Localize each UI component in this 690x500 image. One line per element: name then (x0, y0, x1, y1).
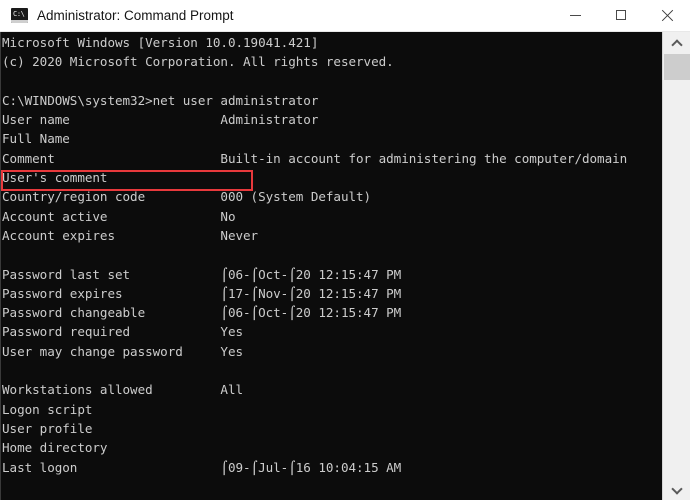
console-scrollbar[interactable] (662, 32, 690, 500)
command-prompt-icon: C:\ (11, 8, 28, 23)
console-text: Microsoft Windows [Version 10.0.19041.42… (2, 33, 627, 500)
close-button[interactable] (644, 0, 690, 31)
command-prompt-icon-bar (11, 20, 28, 23)
console-line: Password changeable ⌠06-⌠Oct-⌠20 12:15:4… (2, 305, 402, 321)
console-line: Account active No (2, 208, 236, 224)
console-line: Country/region code 000 (System Default) (2, 189, 372, 205)
console-line: Microsoft Windows [Version 10.0.19041.42… (2, 35, 319, 50)
console-line: Home directory (2, 440, 108, 456)
scroll-up-icon[interactable] (663, 32, 690, 54)
console-left-edge (0, 32, 1, 500)
console-line: Password last set ⌠06-⌠Oct-⌠20 12:15:47 … (2, 266, 402, 282)
command-prompt-icon-glyph: C:\ (13, 10, 25, 18)
console-line: Comment Built-in account for administeri… (2, 150, 628, 166)
console-line: Password expires ⌠17-⌠Nov-⌠20 12:15:47 P… (2, 285, 402, 301)
scrollbar-thumb[interactable] (664, 54, 690, 80)
window-title: Administrator: Command Prompt (37, 8, 234, 23)
scrollbar-track[interactable] (664, 80, 690, 478)
console-line: Password required Yes (2, 324, 244, 340)
window-controls (552, 0, 690, 32)
console-line: (c) 2020 Microsoft Corporation. All righ… (2, 54, 394, 70)
maximize-icon (616, 10, 626, 20)
console-line: C:\WINDOWS\system32>net user administrat… (2, 92, 319, 108)
scroll-down-icon[interactable] (663, 478, 690, 500)
command-prompt-window: C:\ Administrator: Command Prompt Micros… (0, 0, 690, 500)
chevron-down-icon (672, 485, 681, 494)
console-output-area[interactable]: Microsoft Windows [Version 10.0.19041.42… (0, 32, 662, 500)
maximize-button[interactable] (598, 0, 644, 31)
console-line: Full Name (2, 131, 70, 147)
console-line: User may change password Yes (2, 343, 244, 359)
console-line: User's comment (2, 170, 108, 186)
minimize-icon (569, 14, 581, 16)
console-line: Workstations allowed All (2, 382, 244, 398)
console-line: Logon hours allowed All (2, 496, 627, 500)
console-line: User name Administrator (2, 112, 319, 128)
close-icon (661, 9, 674, 22)
chevron-up-icon (672, 39, 681, 48)
console-line: User profile (2, 420, 93, 436)
minimize-button[interactable] (552, 0, 598, 31)
title-bar-left: C:\ Administrator: Command Prompt (0, 8, 552, 23)
console-line: Logon script (2, 401, 93, 417)
console-line: Account expires Never (2, 227, 259, 243)
title-bar[interactable]: C:\ Administrator: Command Prompt (0, 0, 690, 32)
console-line: Last logon ⌠09-⌠Jul-⌠16 10:04:15 AM (2, 459, 402, 475)
